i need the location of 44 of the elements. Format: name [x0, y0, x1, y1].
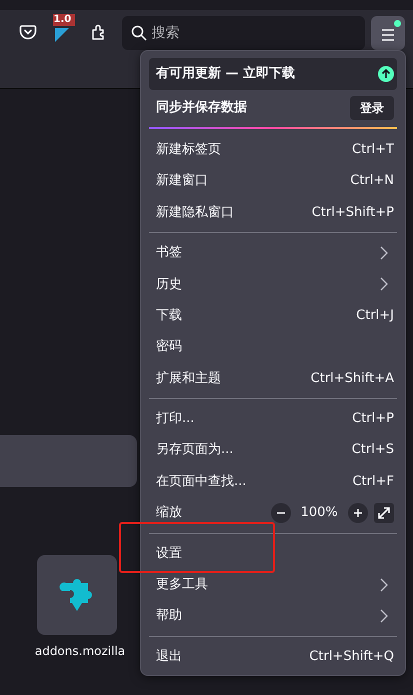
shortcut-text: Ctrl+Shift+Q — [309, 648, 394, 666]
menu-item[interactable]: 设置 — [149, 538, 397, 570]
shortcut-text: Ctrl+Shift+P — [312, 204, 394, 222]
sign-in-button[interactable]: 登录 — [350, 96, 394, 120]
menu-item[interactable]: 更多工具 — [149, 569, 397, 600]
menu-item[interactable]: 书签 — [149, 237, 397, 269]
shortcut-text: Ctrl+J — [356, 306, 394, 325]
menu-item[interactable]: 另存页面为... Ctrl+S — [149, 434, 397, 466]
update-label: 有可用更新 — 立即下载 — [156, 64, 296, 84]
extension-badge: 1.0 — [52, 14, 74, 26]
zoom-in-icon[interactable] — [348, 502, 368, 523]
upload-icon — [378, 66, 394, 82]
fullscreen-icon[interactable] — [374, 502, 394, 523]
shortcut-text: Ctrl+P — [352, 410, 394, 428]
shortcut-text: Ctrl+S — [352, 441, 394, 460]
menu-item[interactable]: 新建隐私窗口 Ctrl+Shift+P — [149, 196, 397, 228]
zoom-level: 100% — [300, 504, 339, 522]
shortcut-text: Ctrl+F — [352, 472, 394, 491]
menu-icon — [381, 28, 395, 41]
shortcut-text: Ctrl+T — [352, 140, 394, 159]
shortcut-tile[interactable] — [37, 555, 117, 635]
menu-item[interactable]: 下载 Ctrl+J — [149, 300, 397, 332]
menu-item[interactable]: 帮助 — [149, 600, 397, 632]
zoom-label: 缩放 — [156, 504, 182, 522]
menu-item[interactable]: 密码 — [149, 331, 397, 363]
chevron-right-icon — [380, 609, 388, 624]
zoom-out-icon[interactable] — [270, 502, 291, 523]
update-item[interactable]: 有可用更新 — 立即下载 — [149, 58, 397, 90]
menu-item[interactable]: 新建窗口 Ctrl+N — [149, 165, 397, 197]
chevron-right-icon — [380, 246, 388, 260]
tile-label: addons.mozilla — [34, 643, 126, 660]
sync-label: 同步并保存数据 — [156, 98, 247, 118]
menu-item[interactable]: 扩展和主题 Ctrl+Shift+A — [149, 362, 397, 394]
menu-item[interactable]: 打印... Ctrl+P — [149, 403, 397, 435]
chevron-right-icon — [380, 277, 388, 292]
search-field[interactable]: 搜索 — [122, 16, 364, 50]
shortcut-text: Ctrl+Shift+A — [310, 370, 394, 388]
menu-item[interactable]: 历史 — [149, 268, 397, 300]
shortcut-text: Ctrl+N — [350, 172, 394, 190]
menu-button[interactable] — [371, 16, 405, 50]
menu-item[interactable]: 新建标签页 Ctrl+T — [149, 134, 397, 166]
menu-item[interactable]: 退出 Ctrl+Shift+Q — [149, 640, 397, 672]
chevron-right-icon — [380, 578, 388, 592]
menu-item[interactable]: 在页面中查找... Ctrl+F — [149, 466, 397, 498]
